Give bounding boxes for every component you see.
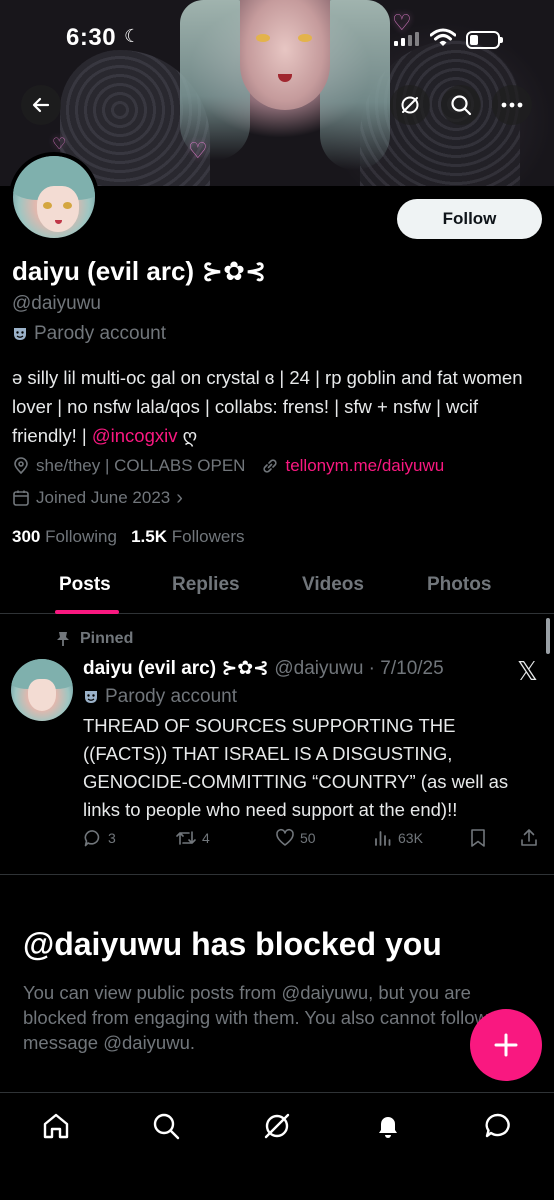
wifi-icon [430,28,456,46]
cellular-signal-icon [394,32,419,46]
profile-tabs: Posts Replies Videos Photos [0,566,554,614]
blocked-title: @daiyuwu has blocked you [23,926,442,962]
nav-search[interactable] [149,1109,183,1143]
joined-date-row[interactable]: Joined June 2023 › [12,488,183,508]
location-pin-icon [14,457,28,475]
tab-replies[interactable]: Replies [172,574,240,596]
heart-icon: ♡ [188,138,208,163]
chevron-right-icon: › [176,486,183,509]
reply-button[interactable]: 3 [83,828,116,848]
pin-icon [57,632,69,646]
nav-home[interactable] [39,1109,73,1143]
heart-icon: ♡ [52,136,67,153]
search-icon [153,1113,180,1140]
repost-count: 4 [202,830,210,846]
joined-text: Joined June 2023 [36,488,171,507]
profile-website-link[interactable]: tellonym.me/daiyuwu [285,456,444,476]
back-arrow-icon [32,97,50,113]
tweet-date[interactable]: 7/10/25 [380,658,443,679]
search-icon [451,95,472,116]
tweet-text[interactable]: THREAD OF SOURCES SUPPORTING THE ((FACTS… [83,712,538,824]
profile-bio: ə silly lil multi-oc gal on crystal ɞ | … [12,363,542,450]
followers-label: Followers [171,527,245,546]
calendar-icon [13,490,29,506]
search-button[interactable] [441,85,481,125]
following-stat[interactable]: 300 Following [12,527,117,546]
active-tab-indicator [55,610,119,614]
pinned-label: Pinned [56,630,133,648]
more-icon [501,102,523,108]
tweet-header: daiyu (evil arc) ⊱✿⊰ @daiyuwu · 7/10/25 [83,657,444,680]
home-icon [43,1113,69,1139]
repost-icon [176,831,196,845]
focus-moon-icon: ☾ [124,26,141,46]
pronouns-text: she/they | COLLABS OPEN [36,456,246,475]
more-options-button[interactable] [492,85,532,125]
views-button[interactable]: 63K [373,828,423,848]
profile-handle: @daiyuwu [12,293,101,314]
profile-meta-row: she/they | COLLABS OPEN tellonym.me/daiy… [12,456,444,476]
parody-label-text: Parody account [34,323,167,344]
tweet-author-name[interactable]: daiyu (evil arc) ⊱✿⊰ [83,658,269,679]
following-count: 300 [12,527,41,546]
bookmark-button[interactable] [469,828,487,848]
display-name: daiyu (evil arc) ⊱✿⊰ [12,256,267,286]
follow-stats: 300 Following 1.5K Followers [12,527,245,547]
share-button[interactable] [519,828,539,848]
tab-posts[interactable]: Posts [59,574,111,596]
status-time: 6:30 [66,24,117,51]
grok-icon [264,1113,290,1139]
profile-avatar[interactable] [9,152,99,242]
analytics-icon [375,831,391,846]
link-icon [263,459,278,473]
follow-button[interactable]: Follow [397,199,542,239]
tweet-actions: 3 4 50 63K [83,828,543,852]
followers-stat[interactable]: 1.5K Followers [131,527,244,546]
section-divider [0,874,554,875]
like-count: 50 [300,830,316,846]
following-label: Following [45,527,117,546]
tweet-author-avatar[interactable] [11,659,73,721]
compose-button[interactable] [470,1009,542,1081]
nav-grok[interactable] [260,1109,294,1143]
nav-notifications[interactable] [371,1109,405,1143]
views-count: 63K [398,830,423,846]
bio-text: ə silly lil multi-oc gal on crystal ɞ | … [12,367,523,446]
theater-mask-icon [85,691,97,703]
x-logo-icon: 𝕏 [517,657,538,687]
theater-mask-icon [14,328,26,340]
tweet-parody-text: Parody account [105,686,238,707]
bio-end: ღ [177,425,198,446]
status-bar: 6:30 ☾ [0,20,554,60]
tweet-parody-label: Parody account [83,686,237,708]
bookmark-icon [471,829,485,847]
grok-button[interactable] [390,85,430,125]
followers-count: 1.5K [131,527,168,546]
tab-photos[interactable]: Photos [427,574,491,596]
scrollbar[interactable] [546,618,550,654]
tab-videos[interactable]: Videos [302,574,364,596]
grok-icon [401,96,419,114]
blocked-message: You can view public posts from @daiyuwu,… [23,982,510,1053]
heart-icon [276,828,294,846]
tweet-separator: · [363,658,381,679]
parody-account-label: Parody account [12,323,166,345]
reply-count: 3 [108,830,116,846]
like-button[interactable]: 50 [275,828,316,848]
reply-icon [84,830,100,847]
nav-messages[interactable] [481,1109,515,1143]
pinned-text: Pinned [80,630,134,647]
battery-icon [466,31,503,49]
share-icon [521,829,537,846]
messages-icon [485,1113,510,1138]
notifications-icon [379,1117,397,1138]
bio-mention-link[interactable]: @incogxiv [92,425,178,446]
tweet-author-handle[interactable]: @daiyuwu [274,658,363,679]
bottom-navigation [0,1092,554,1200]
plus-icon [494,1033,518,1057]
back-button[interactable] [21,85,61,125]
repost-button[interactable]: 4 [175,828,210,848]
